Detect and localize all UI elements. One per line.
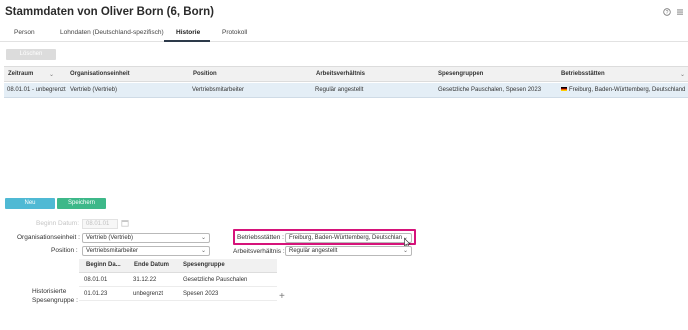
tab-person[interactable]: Person xyxy=(14,29,35,36)
beginn-date-label: Beginn Datum: xyxy=(36,220,79,227)
cell-arbeitsverhaeltnis: Regulär angestellt xyxy=(315,87,364,93)
table-row[interactable]: 01.01.23 unbegrenzt Spesen 2023 xyxy=(79,288,277,301)
arbeitsverhaeltnis-label: Arbeitsverhältnis : xyxy=(233,248,285,255)
page-title: Stammdaten von Oliver Born (6, Born) xyxy=(5,6,214,18)
spesen-column-beginn[interactable]: Beginn Da... xyxy=(86,262,121,268)
betriebsstaetten-label: Betriebsstätten : xyxy=(237,234,284,241)
column-header-betriebsstaetten[interactable]: Betriebsstätten xyxy=(561,71,605,77)
column-header-spesengruppen[interactable]: Spesengruppen xyxy=(438,71,483,77)
arbeitsverhaeltnis-select[interactable]: Regulär angestellt ⌄ xyxy=(285,246,412,256)
chevron-down-icon: ⌄ xyxy=(200,248,206,254)
cell-betriebsstaetten-text: Freiburg, Baden-Württemberg, Deutschland xyxy=(569,87,686,93)
org-unit-value: Vertrieb (Vertrieb) xyxy=(86,235,134,241)
table-row[interactable]: 08.01.01 31.12.22 Gesetzliche Pauschalen xyxy=(79,274,277,287)
position-label: Position : xyxy=(51,247,78,254)
tab-historie[interactable]: Historie xyxy=(176,29,200,36)
column-header-position[interactable]: Position xyxy=(193,71,217,77)
column-header-arbeitsverhaeltnis[interactable]: Arbeitsverhältnis xyxy=(316,71,365,77)
position-select[interactable]: Vertriebsmitarbeiter ⌄ xyxy=(82,246,210,256)
spesengruppe-label-line1: Historisierte xyxy=(32,288,67,295)
betriebsstaetten-value: Freiburg, Baden-Württemberg, Deutschlan xyxy=(289,235,403,241)
cell-zeitraum: 08.01.01 - unbegrenzt xyxy=(7,87,66,93)
new-button[interactable]: Neu xyxy=(5,198,55,209)
delete-button[interactable]: Löschen xyxy=(6,49,56,60)
chevron-down-icon: ⌄ xyxy=(200,235,206,241)
cell-position: Vertriebsmitarbeiter xyxy=(192,87,245,93)
cell-betriebsstaetten: Freiburg, Baden-Württemberg, Deutschland xyxy=(561,87,685,93)
cell-organisationseinheit: Vertrieb (Vertrieb) xyxy=(70,87,118,93)
org-unit-select[interactable]: Vertrieb (Vertrieb) ⌄ xyxy=(82,233,210,243)
beginn-date-field[interactable]: 08.01.01 xyxy=(82,219,118,229)
table-row[interactable]: 08.01.01 - unbegrenzt Vertrieb (Vertrieb… xyxy=(4,83,688,98)
spesen-cell-ende: 31.12.22 xyxy=(133,277,157,283)
sort-chevron-icon[interactable]: ⌄ xyxy=(49,71,54,78)
hamburger-menu-icon[interactable] xyxy=(676,8,684,18)
column-menu-chevron-icon[interactable]: ⌄ xyxy=(680,71,685,78)
position-value: Vertriebsmitarbeiter xyxy=(86,248,139,254)
active-tab-indicator xyxy=(164,40,210,42)
column-header-organisationseinheit[interactable]: Organisationseinheit xyxy=(70,71,130,77)
arbeitsverhaeltnis-value: Regulär angestellt xyxy=(289,248,338,254)
svg-text:?: ? xyxy=(666,10,669,16)
spesen-cell-beginn: 01.01.23 xyxy=(84,291,108,297)
calendar-icon[interactable] xyxy=(121,219,129,229)
chevron-down-icon: ⌄ xyxy=(402,248,408,254)
spesen-cell-gruppe: Gesetzliche Pauschalen xyxy=(183,277,248,283)
spesen-cell-beginn: 08.01.01 xyxy=(84,277,108,283)
tab-lohndaten[interactable]: Lohndaten (Deutschland-spezifisch) xyxy=(60,29,164,36)
save-button[interactable]: Speichern xyxy=(57,198,106,209)
betriebsstaetten-select[interactable]: Freiburg, Baden-Württemberg, Deutschlan … xyxy=(285,233,412,243)
column-header-zeitraum[interactable]: Zeitraum xyxy=(8,71,33,77)
grid-header: Zeitraum ⌄ Organisationseinheit Position… xyxy=(4,66,688,82)
cell-spesengruppen: Gesetzliche Pauschalen, Spesen 2023 xyxy=(438,87,542,93)
tab-protokoll[interactable]: Protokoll xyxy=(222,29,247,36)
org-unit-label: Organisationseinheit : xyxy=(17,234,80,241)
help-circle-icon[interactable]: ? xyxy=(663,8,671,18)
spesen-cell-gruppe: Spesen 2023 xyxy=(183,291,219,297)
spesen-column-ende[interactable]: Ende Datum xyxy=(134,262,169,268)
spesengruppe-label-line2: Spesengruppe : xyxy=(32,297,78,304)
spesen-column-gruppe[interactable]: Spesengruppe xyxy=(183,262,225,268)
spesen-table-header: Beginn Da... Ende Datum Spesengruppe xyxy=(79,259,277,273)
tab-bar: Person Lohndaten (Deutschland-spezifisch… xyxy=(0,26,688,42)
germany-flag-icon xyxy=(561,87,567,92)
add-row-plus-icon[interactable]: + xyxy=(279,291,285,302)
spesen-cell-ende: unbegrenzt xyxy=(133,291,164,297)
